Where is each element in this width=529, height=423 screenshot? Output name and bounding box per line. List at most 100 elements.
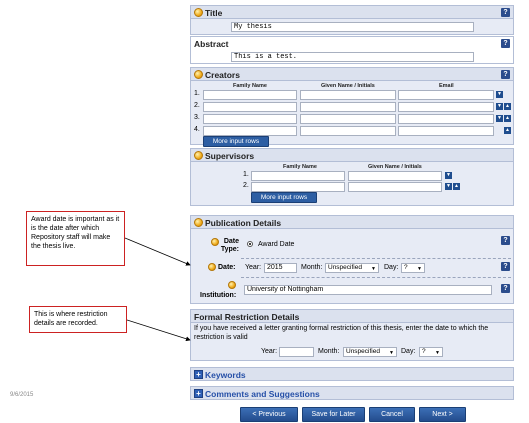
move-up-icon[interactable]: ▲ bbox=[453, 183, 460, 190]
more-input-rows-button[interactable]: More input rows bbox=[203, 136, 269, 147]
creator-given-input[interactable] bbox=[300, 102, 396, 112]
supervisors-header: Supervisors bbox=[191, 149, 513, 162]
supervisors-section: Supervisors Family Name Given Name / Ini… bbox=[190, 148, 514, 206]
restriction-day-select[interactable]: ? ▼ bbox=[419, 347, 443, 357]
help-icon[interactable]: ? bbox=[501, 236, 510, 245]
move-down-icon[interactable]: ▼ bbox=[445, 172, 452, 179]
move-down-icon[interactable]: ▼ bbox=[496, 115, 503, 122]
title-label: Title bbox=[205, 8, 223, 18]
keywords-label[interactable]: Keywords bbox=[205, 370, 246, 380]
creator-email-input[interactable] bbox=[398, 90, 494, 100]
row-number: 1. bbox=[243, 171, 249, 178]
day-label: Day: bbox=[384, 264, 399, 271]
abstract-input[interactable]: This is a test. bbox=[231, 52, 474, 62]
publication-details-section: Publication Details Date Type: Award Dat… bbox=[190, 215, 514, 304]
footer-date: 9/6/2015 bbox=[10, 392, 34, 398]
restriction-description: If you have received a letter granting f… bbox=[194, 325, 489, 341]
date-label: Date: bbox=[218, 264, 236, 271]
title-section: Title ? My thesis bbox=[190, 5, 514, 35]
abstract-header: Abstract ? bbox=[191, 37, 513, 50]
award-date-callout: Award date is important as it is the dat… bbox=[26, 211, 125, 266]
keywords-header[interactable]: + Keywords bbox=[191, 368, 513, 381]
expand-orb-icon bbox=[194, 218, 203, 227]
keywords-section[interactable]: + Keywords bbox=[190, 367, 514, 381]
restriction-callout-arrow bbox=[126, 319, 191, 342]
award-callout-arrow bbox=[124, 237, 191, 266]
award-date-option: Award Date bbox=[258, 241, 295, 248]
column-header-email: Email bbox=[439, 83, 454, 89]
creators-section: Creators ? Family Name Given Name / Init… bbox=[190, 67, 514, 147]
title-input[interactable]: My thesis bbox=[231, 22, 474, 32]
creators-header: Creators ? bbox=[191, 68, 513, 81]
abstract-section: Abstract ? This is a test. bbox=[190, 36, 514, 64]
move-up-icon[interactable]: ▲ bbox=[504, 103, 511, 110]
supervisor-given-input[interactable] bbox=[348, 171, 442, 181]
expand-plus-icon[interactable]: + bbox=[194, 370, 203, 379]
year-label: Year: bbox=[245, 264, 262, 271]
expand-plus-icon[interactable]: + bbox=[194, 389, 203, 398]
restriction-section: Formal Restriction Details If you have r… bbox=[190, 309, 514, 361]
restriction-day-label: Day: bbox=[401, 348, 416, 355]
creator-email-input[interactable] bbox=[398, 102, 494, 112]
expand-orb-icon bbox=[194, 70, 203, 79]
help-icon[interactable]: ? bbox=[501, 284, 510, 293]
month-label: Month: bbox=[301, 264, 323, 271]
help-icon[interactable]: ? bbox=[501, 70, 510, 79]
cancel-button[interactable]: Cancel bbox=[369, 407, 415, 422]
restriction-label: Formal Restriction Details bbox=[194, 312, 300, 322]
move-up-icon[interactable]: ▲ bbox=[504, 115, 511, 122]
creators-label: Creators bbox=[205, 70, 240, 80]
next-button[interactable]: Next > bbox=[419, 407, 466, 422]
creator-email-input[interactable] bbox=[398, 126, 494, 136]
institution-input[interactable]: University of Nottingham bbox=[244, 285, 492, 295]
help-icon[interactable]: ? bbox=[501, 8, 510, 17]
creator-given-input[interactable] bbox=[300, 114, 396, 124]
move-down-icon[interactable]: ▼ bbox=[496, 91, 503, 98]
creator-family-input[interactable] bbox=[203, 90, 297, 100]
column-header-given: Given Name / Initials bbox=[321, 83, 375, 89]
move-up-icon[interactable]: ▲ bbox=[504, 127, 511, 134]
column-header-family: Family Name bbox=[233, 83, 267, 89]
comments-header[interactable]: + Comments and Suggestions bbox=[191, 387, 513, 400]
field-orb-icon bbox=[211, 238, 219, 246]
restriction-month-select[interactable]: Unspecified ▼ bbox=[343, 347, 397, 357]
supervisor-family-input[interactable] bbox=[251, 182, 345, 192]
creator-family-input[interactable] bbox=[203, 126, 297, 136]
previous-button[interactable]: < Previous bbox=[240, 407, 298, 422]
expand-orb-icon bbox=[194, 8, 203, 17]
comments-label[interactable]: Comments and Suggestions bbox=[205, 389, 320, 399]
restriction-year-input[interactable] bbox=[279, 347, 314, 357]
restriction-month-label: Month: bbox=[318, 348, 340, 355]
creator-email-input[interactable] bbox=[398, 114, 494, 124]
creator-given-input[interactable] bbox=[300, 90, 396, 100]
publication-header: Publication Details bbox=[191, 216, 513, 229]
comments-section[interactable]: + Comments and Suggestions bbox=[190, 386, 514, 400]
title-header: Title ? bbox=[191, 6, 513, 19]
creator-given-input[interactable] bbox=[300, 126, 396, 136]
abstract-label: Abstract bbox=[194, 39, 229, 49]
row-number: 3. bbox=[194, 114, 200, 121]
help-icon[interactable]: ? bbox=[501, 262, 510, 271]
save-for-later-button[interactable]: Save for Later bbox=[302, 407, 365, 422]
move-down-icon[interactable]: ▼ bbox=[445, 183, 452, 190]
more-input-rows-button[interactable]: More input rows bbox=[251, 192, 317, 203]
month-select[interactable]: Unspecified ▼ bbox=[325, 263, 379, 273]
year-input[interactable]: 2015 bbox=[264, 263, 297, 273]
date-type-label: Date Type: bbox=[220, 238, 239, 253]
institution-label: Institution: bbox=[200, 292, 237, 299]
row-number: 2. bbox=[243, 182, 249, 189]
creator-family-input[interactable] bbox=[203, 102, 297, 112]
supervisor-given-input[interactable] bbox=[348, 182, 442, 192]
creator-family-input[interactable] bbox=[203, 114, 297, 124]
day-select[interactable]: ? ▼ bbox=[401, 263, 425, 273]
restriction-header: Formal Restriction Details bbox=[191, 310, 513, 323]
help-icon[interactable]: ? bbox=[501, 39, 510, 48]
supervisor-family-input[interactable] bbox=[251, 171, 345, 181]
row-number: 2. bbox=[194, 102, 200, 109]
publication-label: Publication Details bbox=[205, 218, 282, 228]
expand-orb-icon bbox=[194, 151, 203, 160]
field-orb-icon bbox=[208, 263, 216, 271]
award-date-radio[interactable] bbox=[247, 241, 253, 247]
move-down-icon[interactable]: ▼ bbox=[496, 103, 503, 110]
supervisors-label: Supervisors bbox=[205, 151, 255, 161]
